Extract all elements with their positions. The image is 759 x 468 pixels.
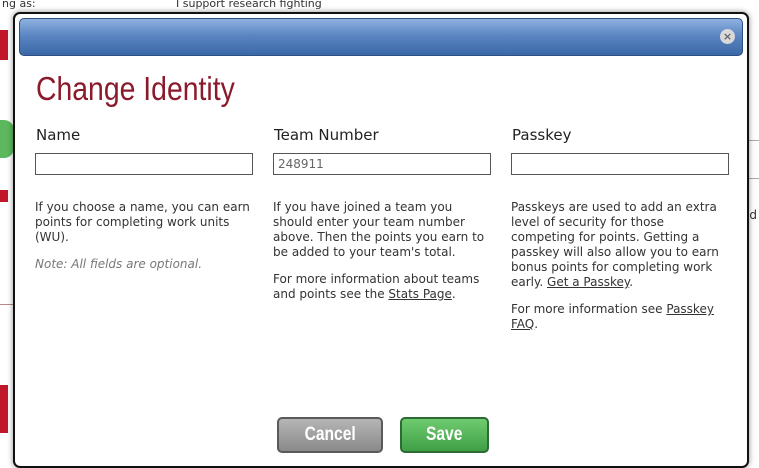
save-button[interactable]: Save <box>400 417 489 453</box>
passkey-field[interactable] <box>511 153 729 175</box>
background-text: I support research fighting <box>176 0 322 10</box>
background-divider <box>0 304 14 305</box>
team-info-suffix: . <box>451 287 456 301</box>
background-text: d <box>749 208 757 222</box>
passkey-column: Passkey Passkeys are used to add an extr… <box>511 126 731 344</box>
team-number-label: Team Number <box>274 126 379 144</box>
cancel-button-label: Cancel <box>304 424 356 445</box>
get-passkey-link[interactable]: Get a Passkey <box>547 275 629 289</box>
passkey-info-suffix: . <box>534 317 539 331</box>
team-column: Team Number If you have joined a team yo… <box>273 126 493 314</box>
team-help-text: If you have joined a team you should ent… <box>273 200 485 259</box>
background-red-strip <box>0 30 8 60</box>
stats-page-link[interactable]: Stats Page <box>388 287 452 301</box>
passkey-info-prefix: For more information see <box>511 302 667 316</box>
dialog-titlebar[interactable]: × <box>19 18 743 56</box>
close-icon[interactable]: × <box>720 29 735 44</box>
passkey-help: Passkeys are used to add an extra level … <box>511 200 731 332</box>
optional-note: Note: All fields are optional. <box>35 257 203 271</box>
background-green-element <box>0 120 14 158</box>
background-red-strip <box>0 385 8 433</box>
background-header: ng as: I support research fighting <box>0 0 759 12</box>
passkey-label: Passkey <box>512 126 572 144</box>
name-field[interactable] <box>35 153 253 175</box>
cancel-button[interactable]: Cancel <box>277 417 383 453</box>
name-column: Name If you choose a name, you can earn … <box>35 126 255 284</box>
background-red-strip <box>0 190 8 202</box>
name-help: If you choose a name, you can earn point… <box>35 200 255 272</box>
save-button-label: Save <box>426 424 463 445</box>
team-number-field[interactable] <box>273 153 491 175</box>
name-label: Name <box>36 126 81 144</box>
name-help-text: If you choose a name, you can earn point… <box>35 200 250 244</box>
change-identity-dialog: × Change Identity Name If you choose a n… <box>13 12 749 468</box>
team-help: If you have joined a team you should ent… <box>273 200 493 302</box>
passkey-help-text: Passkeys are used to add an extra level … <box>511 200 731 290</box>
passkey-help-suffix: . <box>629 275 634 289</box>
dialog-title: Change Identity <box>36 70 235 107</box>
passkey-info-text: For more information see Passkey FAQ. <box>511 302 731 332</box>
team-info-text: For more information about teams and poi… <box>273 272 493 302</box>
background-label: ng as: <box>2 0 36 10</box>
